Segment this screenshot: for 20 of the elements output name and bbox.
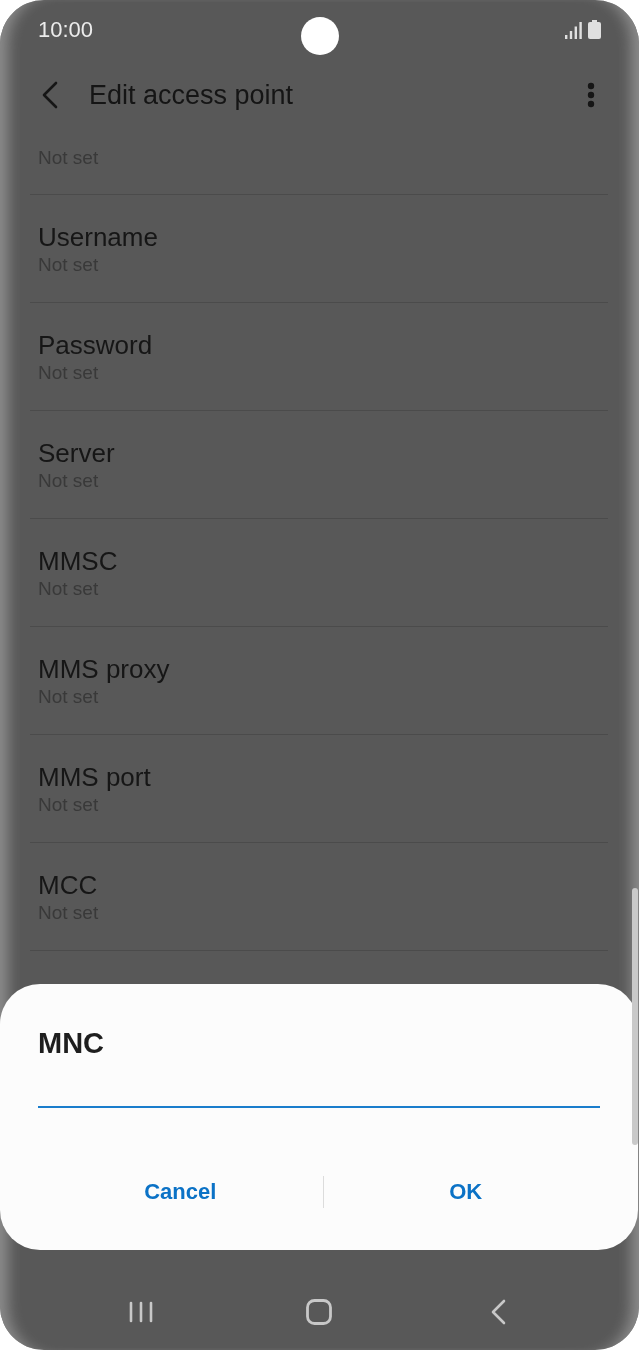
more-options-icon[interactable] (587, 82, 595, 108)
back-icon[interactable] (489, 1299, 506, 1325)
ok-button[interactable]: OK (435, 1168, 497, 1216)
dialog-title: MNC (38, 1026, 105, 1060)
screen-title: Edit access point (89, 79, 295, 111)
recents-icon[interactable] (129, 1301, 154, 1323)
back-icon[interactable] (41, 81, 59, 109)
setting-title[interactable]: MMS proxy (38, 654, 170, 684)
setting-title[interactable]: MMSC (38, 546, 118, 576)
battery-icon (588, 20, 601, 39)
home-icon[interactable] (306, 1299, 333, 1325)
setting-title[interactable]: Password (38, 330, 153, 360)
cancel-button[interactable]: Cancel (130, 1168, 231, 1216)
camera-cutout-icon (301, 17, 339, 55)
setting-title[interactable]: Username (38, 222, 158, 252)
setting-title[interactable]: Server (38, 438, 115, 468)
signal-icon (565, 22, 582, 39)
setting-title[interactable]: MMS port (38, 762, 151, 792)
setting-title[interactable]: MCC (38, 870, 98, 900)
status-time: 10:00 (38, 17, 94, 43)
